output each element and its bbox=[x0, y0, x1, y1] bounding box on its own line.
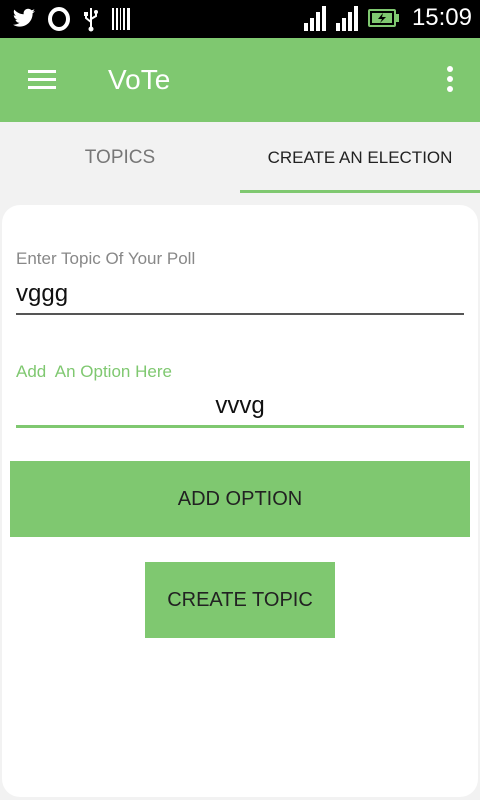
menu-icon[interactable] bbox=[28, 70, 56, 90]
signal-icon bbox=[335, 6, 358, 31]
add-option-button[interactable]: ADD OPTION bbox=[10, 461, 470, 537]
create-topic-button[interactable]: CREATE TOPIC bbox=[145, 562, 335, 638]
topic-input-value: vggg bbox=[16, 280, 69, 307]
option-input-value: vvvg bbox=[215, 392, 265, 419]
system-icons: 15:09 bbox=[303, 4, 472, 32]
tab-create-an-election[interactable]: CREATE AN ELECTION bbox=[240, 122, 480, 194]
tab-bar: TOPICS CREATE AN ELECTION bbox=[0, 122, 480, 194]
topic-input[interactable]: vggg bbox=[16, 279, 464, 315]
twitter-icon bbox=[12, 8, 35, 27]
app-bar: VoTe bbox=[0, 38, 480, 122]
signal-icon bbox=[303, 6, 326, 31]
opera-icon bbox=[48, 7, 70, 31]
active-tab-indicator bbox=[240, 190, 480, 193]
notification-icons bbox=[12, 6, 130, 32]
tab-topics[interactable]: TOPICS bbox=[0, 122, 240, 194]
more-options-icon[interactable] bbox=[446, 66, 454, 94]
option-field-label: Add An Option Here bbox=[16, 362, 172, 381]
create-election-card: Enter Topic Of Your Poll vggg Add An Opt… bbox=[2, 205, 478, 797]
usb-icon bbox=[84, 8, 98, 32]
topic-field-label: Enter Topic Of Your Poll bbox=[16, 249, 196, 268]
app-title: VoTe bbox=[108, 64, 171, 95]
barcode-icon bbox=[112, 8, 130, 30]
clock: 15:09 bbox=[411, 4, 472, 31]
option-input[interactable]: vvvg bbox=[16, 391, 464, 428]
status-bar: 15:09 bbox=[0, 0, 480, 38]
battery-charging-icon bbox=[367, 9, 399, 27]
